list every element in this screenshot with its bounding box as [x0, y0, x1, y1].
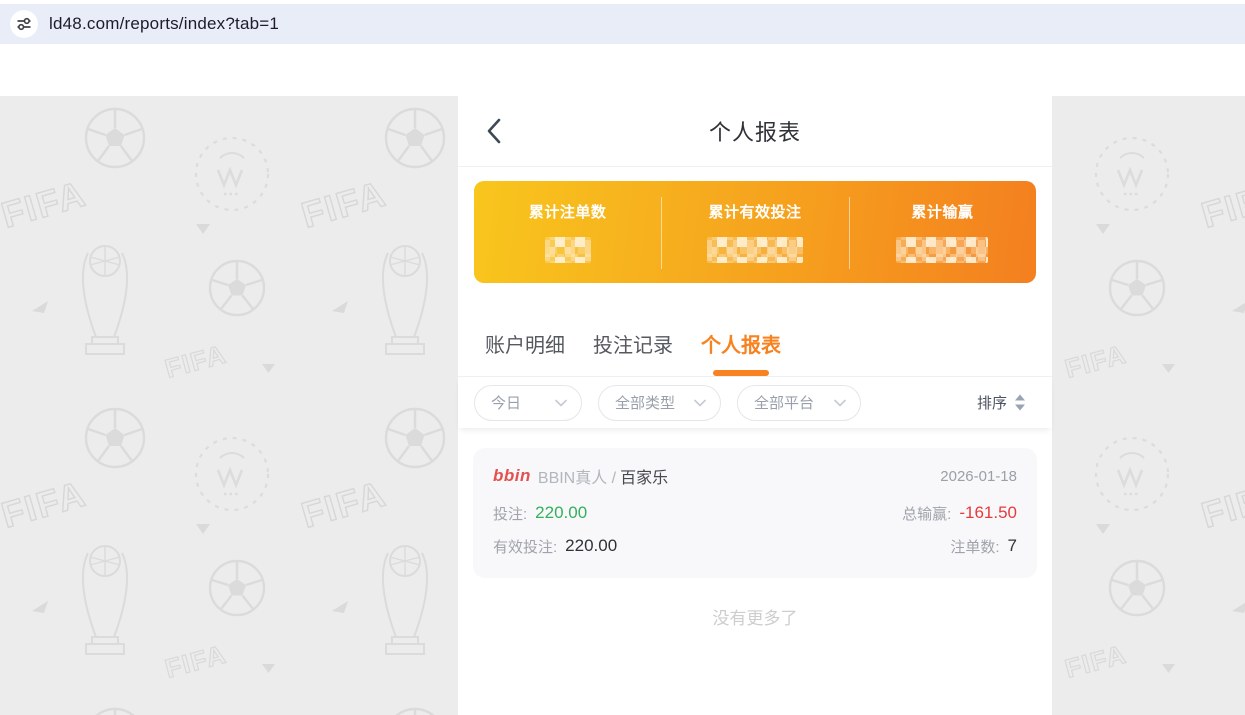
platform-filter-label: 全部平台 [754, 392, 814, 413]
sort-control[interactable]: 排序 [977, 392, 1026, 413]
sort-label: 排序 [977, 392, 1007, 413]
report-row-totals: 有效投注: 220.00 注单数: 7 [493, 534, 1017, 558]
bet-count-value: 7 [1008, 536, 1017, 556]
redacted-value [707, 237, 803, 263]
report-date: 2026-01-18 [940, 468, 1017, 485]
tune-icon [17, 17, 31, 31]
site-settings-button[interactable] [10, 10, 38, 38]
chevron-down-icon [694, 399, 706, 407]
bet-value: 220.00 [535, 503, 587, 523]
chevron-down-icon [834, 399, 846, 407]
page-title: 个人报表 [709, 115, 801, 147]
no-more-data-text: 没有更多了 [458, 604, 1052, 629]
summary-valid-bets: 累计有效投注 [661, 181, 848, 283]
valid-bet-label: 有效投注: [493, 536, 557, 557]
summary-bet-count: 累计注单数 [474, 181, 661, 283]
chevron-down-icon [555, 399, 567, 407]
bbin-logo: bbin [493, 466, 531, 486]
bet-label: 投注: [493, 503, 527, 524]
top-spacer [458, 44, 1052, 96]
summary-label: 累计注单数 [529, 201, 607, 222]
redacted-value [896, 237, 988, 263]
platform-filter-dropdown[interactable]: 全部平台 [737, 385, 861, 421]
tab-bet-records[interactable]: 投注记录 [593, 329, 673, 376]
win-loss-label: 总输赢: [902, 503, 951, 524]
url-text[interactable]: ld48.com/reports/index?tab=1 [49, 14, 279, 34]
filter-bar: 今日 全部类型 全部平台 排序 [458, 377, 1052, 428]
game-name: 百家乐 [620, 464, 668, 488]
report-row[interactable]: bbin BBIN真人 / 百家乐 2026-01-18 投注: 220.00 … [473, 448, 1037, 578]
chevron-left-icon [486, 118, 502, 144]
date-filter-dropdown[interactable]: 今日 [474, 385, 582, 421]
report-row-amounts: 投注: 220.00 总输赢: -161.50 [493, 501, 1017, 525]
app-view: 个人报表 累计注单数 累计有效投注 累计输赢 账户明细 投注记录 个人报表 今日… [458, 44, 1052, 715]
tab-account-details[interactable]: 账户明细 [485, 329, 565, 376]
type-filter-label: 全部类型 [615, 392, 675, 413]
sort-arrows-icon [1014, 394, 1026, 411]
redacted-value [545, 237, 591, 263]
browser-url-bar[interactable]: ld48.com/reports/index?tab=1 [0, 4, 1245, 44]
back-button[interactable] [486, 116, 512, 146]
bet-count-label: 注单数: [950, 536, 999, 557]
date-filter-label: 今日 [491, 392, 521, 413]
platform-name: BBIN真人 / [538, 464, 616, 488]
report-row-header: bbin BBIN真人 / 百家乐 2026-01-18 [493, 464, 1017, 488]
win-loss-value: -161.50 [959, 503, 1017, 523]
app-header: 个人报表 [458, 96, 1052, 167]
summary-card: 累计注单数 累计有效投注 累计输赢 [474, 181, 1036, 283]
valid-bet-value: 220.00 [565, 536, 617, 556]
type-filter-dropdown[interactable]: 全部类型 [598, 385, 721, 421]
summary-label: 累计输赢 [911, 201, 973, 222]
summary-label: 累计有效投注 [708, 201, 801, 222]
summary-win-loss: 累计输赢 [849, 181, 1036, 283]
tab-bar: 账户明细 投注记录 个人报表 [458, 283, 1052, 377]
tab-personal-report[interactable]: 个人报表 [701, 329, 781, 376]
